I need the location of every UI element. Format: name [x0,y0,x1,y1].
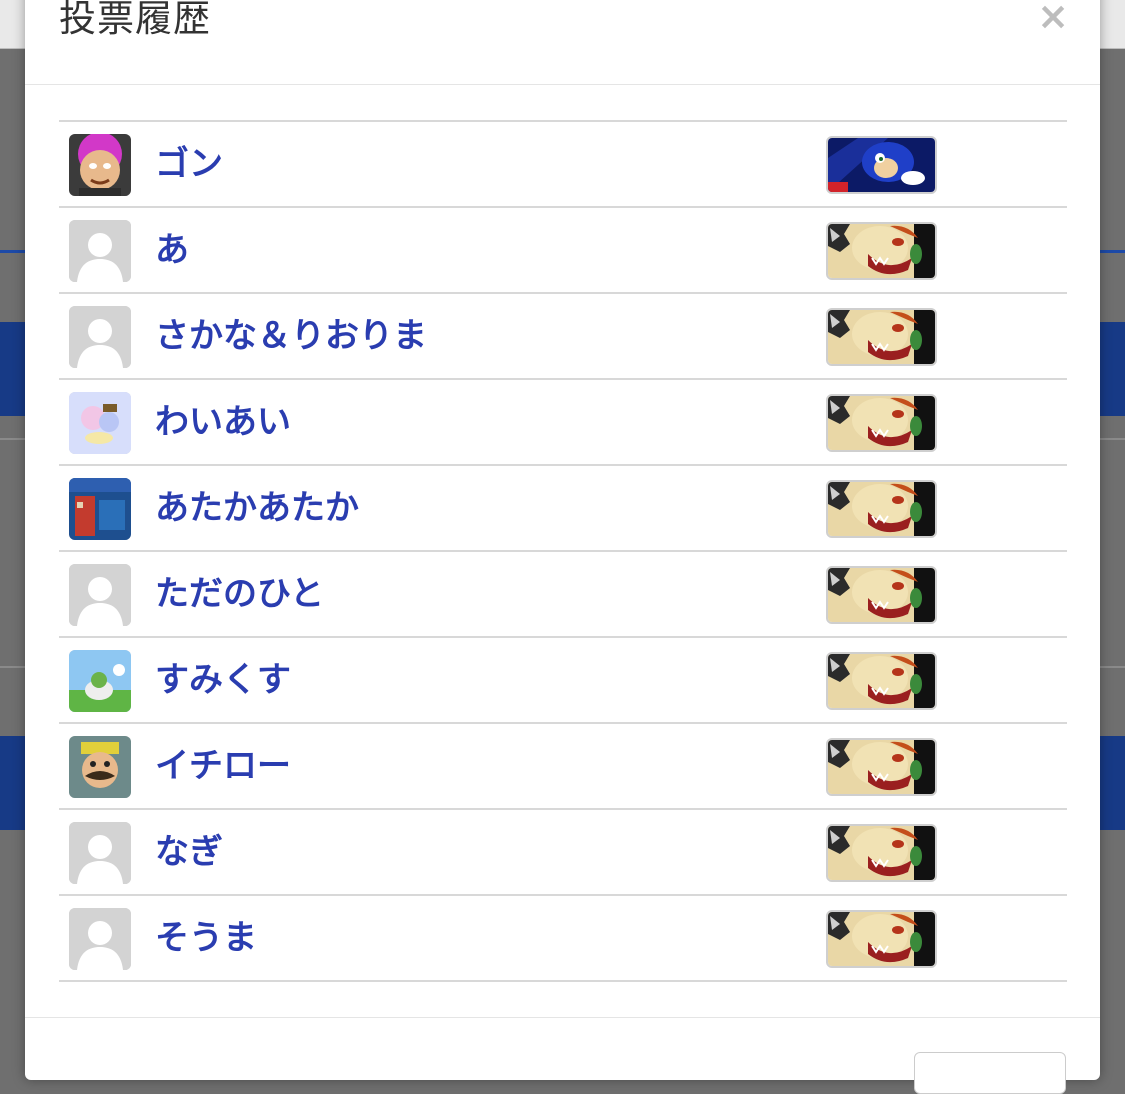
modal-header: 投票履歴 × [25,0,1100,85]
bowser-fighter-icon [826,222,937,280]
user-avatar-icon[interactable] [69,134,131,196]
modal-footer [25,1017,1100,1094]
username-link[interactable]: そうま [155,916,257,960]
user-avatar-icon[interactable] [69,908,131,970]
username-link[interactable]: なぎ [155,830,223,874]
vote-row: すみくす [59,638,1067,724]
bowser-fighter-icon [826,308,937,366]
bowser-fighter-icon [826,566,937,624]
close-button[interactable]: × [1035,0,1071,35]
username-link[interactable]: ゴン [155,142,223,186]
user-avatar-icon[interactable] [69,822,131,884]
username-link[interactable]: わいあい [155,400,291,444]
bowser-fighter-icon [826,394,937,452]
bowser-fighter-icon [826,480,937,538]
username-link[interactable]: すみくす [155,658,291,702]
bowser-fighter-icon [826,738,937,796]
vote-row: あたかあたか [59,466,1067,552]
user-avatar-icon[interactable] [69,306,131,368]
user-avatar-icon[interactable] [69,220,131,282]
vote-row: ただのひと [59,552,1067,638]
user-avatar-icon[interactable] [69,392,131,454]
username-link[interactable]: ただのひと [155,572,324,616]
bowser-fighter-icon [826,824,937,882]
username-link[interactable]: イチロー [155,744,291,788]
username-link[interactable]: さかな＆りおりま [155,314,427,358]
bowser-fighter-icon [826,652,937,710]
vote-row: なぎ [59,810,1067,896]
user-avatar-icon[interactable] [69,650,131,712]
user-avatar-icon[interactable] [69,478,131,540]
modal-title: 投票履歴 [59,0,211,40]
vote-row: わいあい [59,380,1067,466]
vote-row: さかな＆りおりま [59,294,1067,380]
user-avatar-icon[interactable] [69,564,131,626]
vote-row: ゴン [59,122,1067,208]
user-avatar-icon[interactable] [69,736,131,798]
footer-button[interactable] [914,1052,1066,1094]
vote-history-modal: 投票履歴 × ゴン あ さかな＆りおりま わいあい あたかあたか ただのひと す… [25,0,1100,1094]
vote-row: そうま [59,896,1067,982]
vote-row: あ [59,208,1067,294]
bowser-fighter-icon [826,910,937,968]
vote-list: ゴン あ さかな＆りおりま わいあい あたかあたか ただのひと すみくす イチロ… [59,120,1067,982]
vote-row: イチロー [59,724,1067,810]
sonic-fighter-icon [826,136,937,194]
close-icon: × [1037,0,1069,38]
username-link[interactable]: あたかあたか [155,486,359,530]
username-link[interactable]: あ [155,228,189,272]
